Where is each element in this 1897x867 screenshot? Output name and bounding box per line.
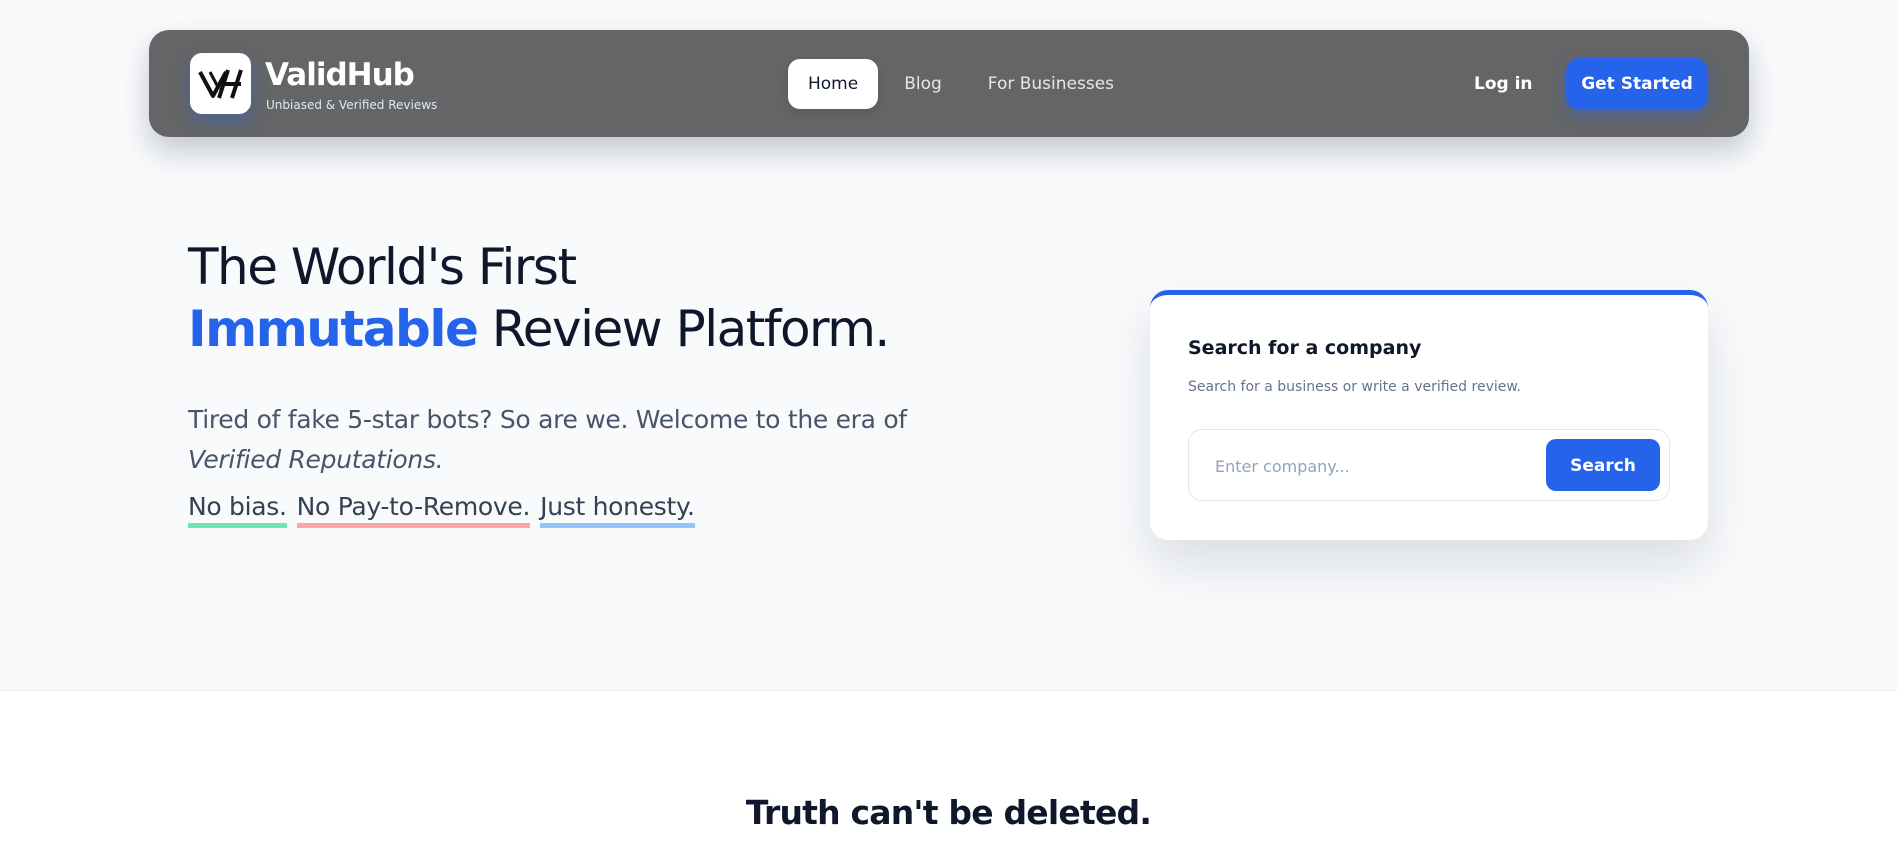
navbar: ValidHub Unbiased & Verified Reviews Hom… [149, 30, 1749, 137]
search-box: Search [1188, 429, 1670, 501]
nav-link-home[interactable]: Home [788, 59, 879, 109]
pill-no-bias: No bias. [188, 492, 287, 528]
hero-title-line2: Review Platform. [477, 300, 891, 358]
hero-title-line1: The World's First [188, 238, 577, 296]
pill-no-pay-to-remove: No Pay-to-Remove. [296, 492, 530, 528]
nav-link-for-businesses[interactable]: For Businesses [968, 59, 1134, 109]
search-card: Search for a company Search for a busine… [1150, 290, 1708, 540]
search-button[interactable]: Search [1546, 439, 1660, 491]
hero-subtitle: Tired of fake 5-star bots? So are we. We… [188, 400, 948, 480]
hero-subtitle-text: Tired of fake 5-star bots? So are we. We… [188, 405, 907, 434]
nav-links: Home Blog For Businesses [788, 59, 1140, 109]
company-search-input[interactable] [1213, 452, 1513, 480]
login-link[interactable]: Log in [1474, 59, 1533, 109]
validhub-logo-icon[interactable] [190, 53, 251, 114]
hero-title: The World's First Immutable Review Platf… [188, 236, 891, 360]
hero-subtitle-italic: Verified Reputations. [188, 445, 444, 474]
brand-name: ValidHub [265, 57, 415, 93]
value-pills: No bias. No Pay-to-Remove. Just honesty. [188, 492, 705, 528]
section-title: Truth can't be deleted. [745, 793, 1152, 832]
search-card-title: Search for a company [1188, 337, 1422, 359]
pill-just-honesty: Just honesty. [540, 492, 695, 528]
hero-title-accent: Immutable [188, 300, 479, 358]
nav-link-blog[interactable]: Blog [884, 59, 962, 109]
lower-section: Truth can't be deleted. [0, 690, 1897, 867]
brand-tagline: Unbiased & Verified Reviews [266, 98, 438, 112]
search-card-subtitle: Search for a business or write a verifie… [1188, 379, 1521, 395]
get-started-button[interactable]: Get Started [1566, 58, 1708, 110]
